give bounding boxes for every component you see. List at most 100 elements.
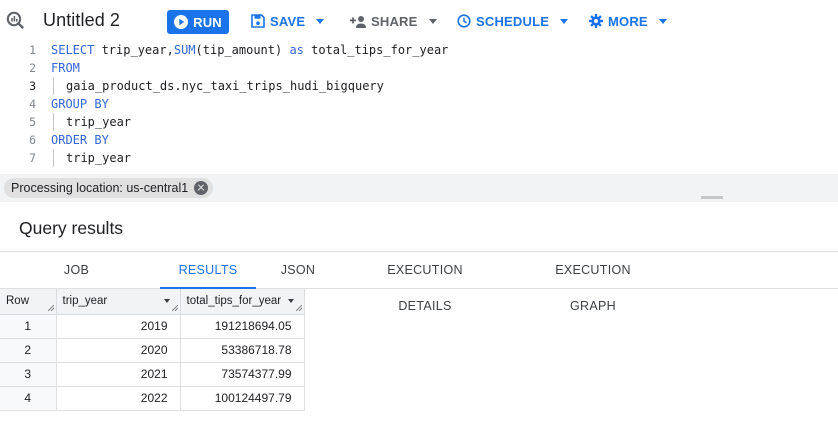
column-header-trip-year[interactable]: trip_year	[56, 289, 181, 315]
panel-resize-handle[interactable]	[701, 196, 723, 199]
indent-guide	[53, 77, 54, 95]
results-tabs: JOB INFORMATION RESULTS JSON EXECUTION D…	[0, 251, 838, 313]
chevron-down-icon	[316, 18, 325, 24]
save-icon	[251, 14, 265, 28]
code-text: SELECT trip_year,SUM(tip_amount) as tota…	[51, 41, 448, 59]
code-text: trip_year	[66, 149, 131, 167]
table-row: 1 2019 191218694.05	[0, 314, 305, 339]
sql-text: total_tips_for_year	[303, 43, 449, 57]
row-number: 2	[0, 338, 57, 363]
resize-grip-icon[interactable]	[47, 304, 54, 311]
table-row: 4 2022 100124497.79	[0, 386, 305, 411]
tab-execution-details[interactable]: EXECUTION DETAILS	[360, 252, 490, 313]
code-line[interactable]: 6 ORDER BY	[0, 131, 838, 149]
cell-trip-year[interactable]: 2019	[56, 314, 181, 339]
run-button[interactable]: RUN	[167, 10, 229, 34]
code-text: ORDER BY	[51, 131, 109, 149]
column-header-label: trip_year	[62, 295, 108, 308]
sql-function: SUM	[173, 43, 196, 57]
indent-guide	[53, 149, 54, 167]
run-button-label: RUN	[193, 14, 222, 30]
chevron-down-icon	[658, 18, 667, 24]
line-number: 4	[29, 97, 36, 111]
code-line[interactable]: 4 GROUP BY	[0, 95, 838, 113]
sql-keyword: as	[289, 43, 304, 57]
processing-location-chip[interactable]: Processing location: us-central1	[4, 178, 214, 198]
table-row: 2 2020 53386718.78	[0, 338, 305, 363]
processing-location-text: Processing location: us-central1	[11, 181, 189, 195]
sort-menu-icon[interactable]	[163, 299, 170, 304]
schedule-button[interactable]: SCHEDULE	[457, 12, 569, 30]
code-line[interactable]: 5 trip_year	[0, 113, 838, 131]
gear-icon	[589, 14, 603, 28]
table-row: 3 2021 73574377.99	[0, 362, 305, 387]
tab-json[interactable]: JSON	[270, 252, 326, 289]
code-text: trip_year	[66, 113, 131, 131]
sql-text: trip_year	[66, 151, 132, 165]
cell-total-tips[interactable]: 53386718.78	[180, 338, 305, 363]
cell-total-tips[interactable]: 191218694.05	[180, 314, 305, 339]
add-person-icon	[350, 15, 366, 28]
more-button[interactable]: MORE	[589, 12, 667, 30]
column-header-label: Row	[6, 295, 30, 308]
chevron-down-icon	[428, 18, 437, 24]
sql-keyword: SELECT	[51, 43, 95, 57]
indent-guide	[53, 113, 54, 131]
share-button[interactable]: SHARE	[349, 12, 437, 30]
code-text: gaia_product_ds.nyc_taxi_trips_hudi_bigq…	[66, 77, 384, 95]
results-table: Row trip_year total_tips_for_year 1 2019…	[0, 289, 305, 411]
column-header-label: total_tips_for_year	[186, 295, 282, 308]
row-number: 4	[0, 386, 57, 411]
line-number: 1	[29, 43, 36, 57]
schedule-button-label: SCHEDULE	[476, 13, 550, 29]
tab-job-information[interactable]: JOB INFORMATION	[19, 252, 134, 313]
sql-keyword: ORDER BY	[51, 133, 109, 147]
line-number: 3	[29, 79, 36, 93]
bigquery-query-editor: Untitled 2 RUN SAVE SHARE SCHEDULE MORE …	[0, 0, 838, 427]
code-text: GROUP BY	[51, 95, 109, 113]
save-button[interactable]: SAVE	[251, 12, 325, 30]
share-button-label: SHARE	[371, 13, 418, 29]
resize-grip-icon[interactable]	[171, 304, 178, 311]
cell-trip-year[interactable]: 2020	[56, 338, 181, 363]
sql-keyword: GROUP BY	[51, 97, 109, 111]
sql-editor[interactable]: 1 SELECT trip_year,SUM(tip_amount) as tot…	[0, 40, 838, 174]
code-line[interactable]: 7 trip_year	[0, 149, 838, 167]
column-header-row[interactable]: Row	[0, 289, 57, 315]
query-title[interactable]: Untitled 2	[43, 10, 120, 31]
tab-results[interactable]: RESULTS	[160, 252, 256, 290]
editor-status-bar: Processing location: us-central1	[0, 174, 838, 202]
cell-trip-year[interactable]: 2022	[56, 386, 181, 411]
cell-trip-year[interactable]: 2021	[56, 362, 181, 387]
cell-total-tips[interactable]: 73574377.99	[180, 362, 305, 387]
line-number: 7	[29, 151, 36, 165]
code-line[interactable]: 2 FROM	[0, 59, 838, 77]
save-button-label: SAVE	[270, 13, 306, 29]
code-line[interactable]: 1 SELECT trip_year,SUM(tip_amount) as tot…	[0, 41, 838, 59]
sort-menu-icon[interactable]	[287, 299, 294, 304]
row-number: 3	[0, 362, 57, 387]
row-number: 1	[0, 314, 57, 339]
sql-text: (tip_amount)	[195, 43, 290, 57]
resize-grip-icon[interactable]	[295, 304, 302, 311]
line-number: 5	[29, 115, 36, 129]
code-text: FROM	[51, 59, 80, 77]
more-button-label: MORE	[608, 13, 648, 29]
query-toolbar: Untitled 2 RUN SAVE SHARE SCHEDULE MORE	[0, 0, 838, 40]
clock-icon	[457, 14, 471, 28]
sql-text: gaia_product_ds.nyc_taxi_trips_hudi_bigq…	[66, 79, 384, 93]
results-title: Query results	[19, 218, 124, 238]
line-number: 6	[29, 133, 36, 147]
column-header-total-tips[interactable]: total_tips_for_year	[180, 289, 305, 315]
close-icon[interactable]	[194, 181, 209, 195]
code-line[interactable]: 3 gaia_product_ds.nyc_taxi_trips_hudi_big…	[0, 77, 838, 95]
play-icon	[174, 15, 189, 29]
bigquery-logo-icon	[6, 11, 24, 29]
sql-text: trip_year,	[94, 43, 174, 57]
line-number: 2	[29, 61, 36, 75]
tab-execution-graph[interactable]: EXECUTION GRAPH	[532, 252, 654, 313]
sql-text: trip_year	[66, 115, 132, 129]
cell-total-tips[interactable]: 100124497.79	[180, 386, 305, 411]
chevron-down-icon	[560, 18, 569, 24]
sql-keyword: FROM	[51, 61, 80, 75]
